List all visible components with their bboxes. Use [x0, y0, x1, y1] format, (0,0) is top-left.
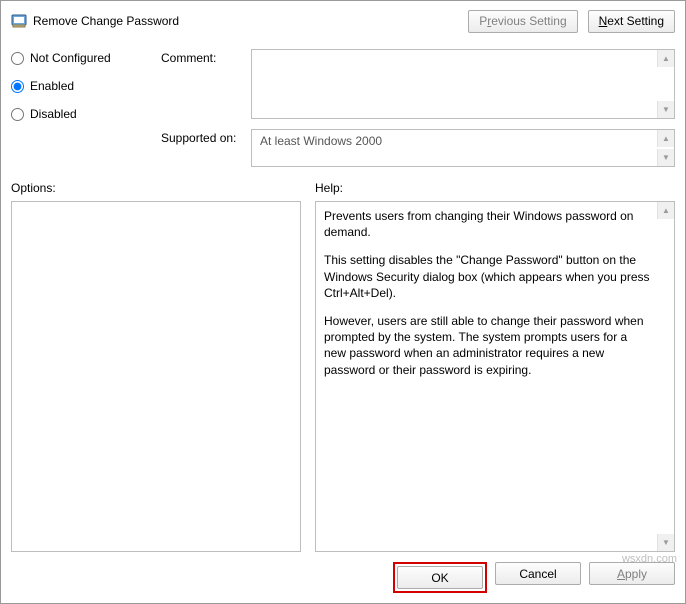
radio-enabled-input[interactable]	[11, 80, 24, 93]
supported-label: Supported on:	[161, 129, 251, 167]
help-paragraph: Prevents users from changing their Windo…	[324, 208, 652, 240]
help-paragraph: However, users are still able to change …	[324, 313, 652, 378]
options-label: Options:	[11, 181, 301, 195]
ok-button[interactable]: OK	[397, 566, 483, 589]
scroll-up-icon[interactable]: ▲	[657, 130, 674, 147]
supported-on-box: At least Windows 2000 ▲ ▼	[251, 129, 675, 167]
help-label: Help:	[315, 181, 675, 195]
radio-not-configured-label: Not Configured	[30, 51, 111, 65]
dialog-title: Remove Change Password	[33, 14, 179, 28]
radio-disabled-label: Disabled	[30, 107, 77, 121]
scroll-down-icon[interactable]: ▼	[657, 534, 674, 551]
comment-textarea[interactable]: ▲ ▼	[251, 49, 675, 119]
comment-label: Comment:	[161, 49, 251, 65]
radio-enabled[interactable]: Enabled	[11, 79, 161, 93]
apply-button[interactable]: Apply	[589, 562, 675, 585]
previous-setting-button[interactable]: Previous Setting	[468, 10, 577, 33]
options-panel	[11, 201, 301, 552]
dialog-footer: OK Cancel Apply	[11, 562, 675, 593]
radio-disabled[interactable]: Disabled	[11, 107, 161, 121]
radio-not-configured-input[interactable]	[11, 52, 24, 65]
next-setting-button[interactable]: Next Setting	[588, 10, 675, 33]
state-radio-group: Not Configured Enabled Disabled	[11, 49, 161, 167]
help-paragraph: This setting disables the "Change Passwo…	[324, 252, 652, 301]
policy-icon	[11, 13, 27, 29]
scroll-up-icon[interactable]: ▲	[657, 202, 674, 219]
policy-dialog: Remove Change Password Previous Setting …	[0, 0, 686, 604]
radio-disabled-input[interactable]	[11, 108, 24, 121]
scroll-up-icon[interactable]: ▲	[657, 50, 674, 67]
cancel-button[interactable]: Cancel	[495, 562, 581, 585]
radio-not-configured[interactable]: Not Configured	[11, 51, 161, 65]
supported-on-text: At least Windows 2000	[260, 134, 382, 148]
help-panel: Prevents users from changing their Windo…	[315, 201, 675, 552]
scroll-down-icon[interactable]: ▼	[657, 101, 674, 118]
ok-highlight: OK	[393, 562, 487, 593]
scroll-down-icon[interactable]: ▼	[657, 149, 674, 166]
title-bar: Remove Change Password Previous Setting …	[11, 9, 675, 33]
radio-enabled-label: Enabled	[30, 79, 74, 93]
